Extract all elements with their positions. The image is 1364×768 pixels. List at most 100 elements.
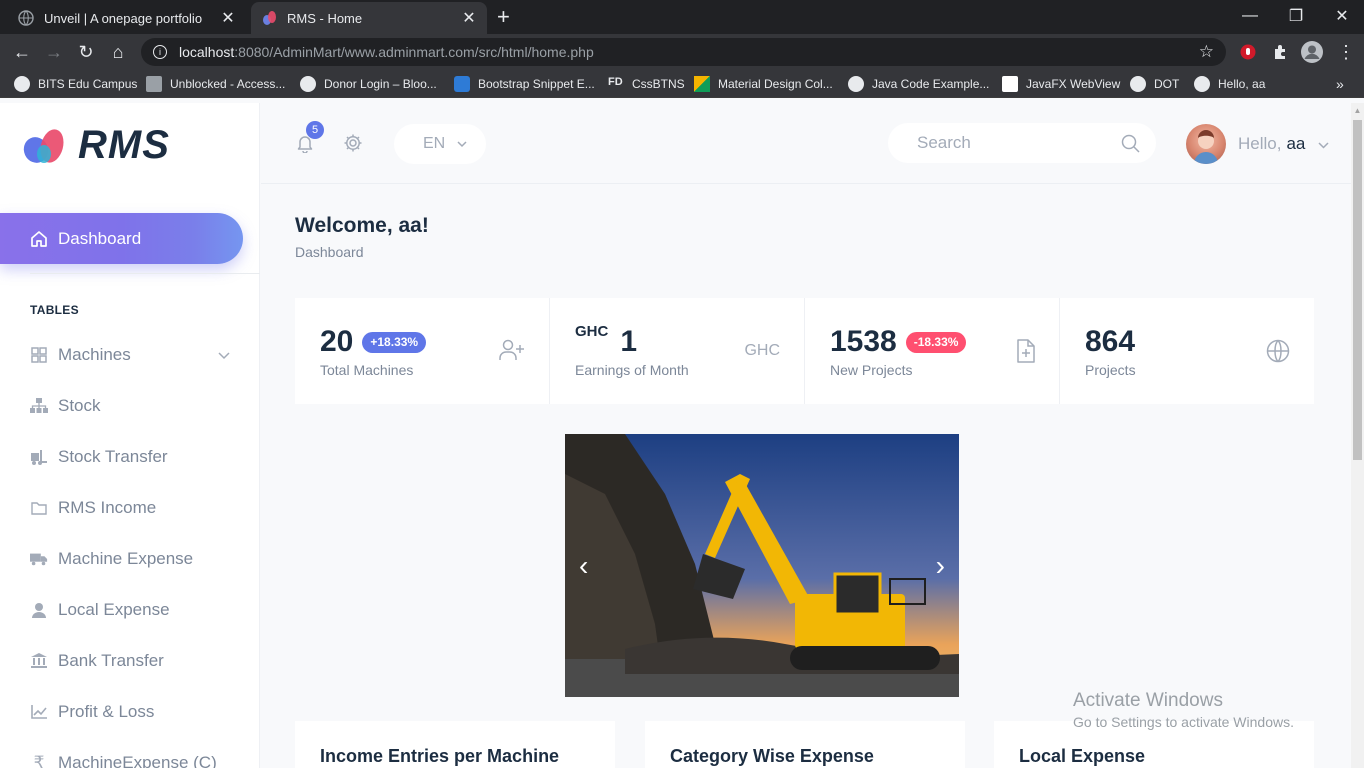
search-icon[interactable]: [1121, 134, 1140, 158]
card-category-expense: Category Wise Expense: [645, 721, 965, 768]
sidebar-item-label: Local Expense: [58, 600, 170, 619]
card-title: Local Expense: [1019, 746, 1146, 766]
info-icon[interactable]: i: [153, 45, 167, 59]
stat-label: Earnings of Month: [575, 362, 689, 378]
chart-line-icon: [30, 703, 48, 721]
rms-favicon-icon: [261, 10, 277, 26]
back-icon[interactable]: ←: [10, 40, 34, 64]
bookmark-item[interactable]: Donor Login – Bloo...: [300, 75, 437, 93]
bookmark-item[interactable]: Java Code Example...: [848, 75, 989, 93]
butterfly-logo-icon: [23, 128, 64, 163]
gear-icon[interactable]: [343, 133, 363, 158]
sidebar-item-machines[interactable]: Machines: [30, 343, 240, 367]
sidebar-item-bank-transfer[interactable]: Bank Transfer: [30, 649, 240, 673]
stat-value: 1: [620, 325, 638, 358]
stat-badge: +18.33%: [362, 331, 427, 353]
browser-tab[interactable]: Unveil | A onepage portfolio ✕: [8, 2, 246, 34]
carousel-next-icon[interactable]: ›: [936, 552, 945, 580]
user-menu[interactable]: Hello, aa: [1238, 134, 1329, 154]
minimize-icon[interactable]: —: [1227, 0, 1273, 32]
javafx-icon: [1002, 76, 1018, 92]
excavator-image: [565, 434, 959, 697]
stat-card-new-projects: 1538 -18.33% New Projects: [805, 298, 1060, 404]
bookmark-item[interactable]: BITS Edu Campus: [14, 75, 137, 93]
image-carousel[interactable]: ‹ ›: [565, 434, 959, 697]
bookmark-item[interactable]: Bootstrap Snippet E...: [454, 75, 595, 93]
sitemap-icon: [30, 397, 48, 415]
stat-label: Total Machines: [320, 362, 414, 378]
sidebar-item-label: MachineExpense (C): [58, 753, 217, 768]
bookmark-item[interactable]: JavaFX WebView: [1002, 75, 1120, 93]
bookmark-item[interactable]: FD CssBTNS: [608, 75, 685, 93]
address-bar[interactable]: i localhost:8080/AdminMart/www.adminmart…: [141, 38, 1226, 66]
sidebar-item-stock[interactable]: Stock: [30, 394, 240, 418]
stat-card-total-machines: 20 +18.33% Total Machines: [295, 298, 550, 404]
sidebar-item-dashboard[interactable]: Dashboard: [0, 213, 243, 264]
extensions-puzzle-icon[interactable]: [1268, 40, 1292, 64]
sidebar-section-title: TABLES: [30, 303, 79, 317]
user-plus-icon: [499, 339, 525, 366]
bookmarks-bar: BITS Edu Campus Unblocked - Access... Do…: [0, 70, 1364, 98]
close-tab-icon[interactable]: ✕: [461, 8, 477, 28]
sidebar-item-machineexpense-c[interactable]: ₹ MachineExpense (C): [30, 751, 240, 768]
stat-value: 20: [320, 325, 354, 358]
sidebar-item-local-expense[interactable]: Local Expense: [30, 598, 240, 622]
grid-icon: [30, 346, 48, 364]
greeting-text: Hello,: [1238, 134, 1282, 153]
bookmark-item[interactable]: DOT: [1130, 75, 1179, 93]
currency-label: GHC: [744, 342, 780, 359]
scroll-up-icon[interactable]: ▲: [1353, 106, 1362, 116]
stat-currency: GHC: [575, 323, 609, 340]
close-tab-icon[interactable]: ✕: [220, 8, 236, 28]
page-title: Welcome, aa!: [295, 214, 429, 237]
reload-icon[interactable]: ↻: [74, 40, 98, 64]
sidebar-item-label: RMS Income: [58, 498, 157, 517]
rupee-icon: ₹: [33, 753, 45, 768]
close-window-icon[interactable]: ✕: [1319, 0, 1364, 32]
page-scrollbar[interactable]: ▲: [1351, 103, 1364, 768]
home-icon[interactable]: ⌂: [106, 40, 130, 64]
extension-shield-icon[interactable]: [1236, 40, 1260, 64]
search-placeholder: Search: [917, 133, 971, 152]
bookmark-item[interactable]: Unblocked - Access...: [146, 75, 285, 93]
sidebar-item-rms-income[interactable]: RMS Income: [30, 496, 240, 520]
sidebar-divider: [30, 273, 260, 274]
url-text: localhost:8080/AdminMart/www.adminmart.c…: [179, 44, 594, 60]
sidebar-item-machine-expense[interactable]: Machine Expense: [30, 547, 240, 571]
stats-row: 20 +18.33% Total Machines GHC 1 Earnings…: [295, 298, 1314, 404]
profile-icon[interactable]: [1300, 40, 1324, 64]
scrollbar-thumb[interactable]: [1353, 120, 1362, 460]
language-select[interactable]: EN: [394, 124, 486, 164]
globe-icon: [1130, 76, 1146, 92]
bookmark-item[interactable]: Material Design Col...: [694, 75, 833, 93]
globe-icon: [1194, 76, 1210, 92]
globe-icon: [300, 76, 316, 92]
material-design-icon: [694, 76, 710, 92]
more-bookmarks-icon[interactable]: »: [1336, 75, 1344, 93]
chevron-down-icon: [457, 135, 467, 153]
carousel-prev-icon[interactable]: ‹: [579, 552, 588, 580]
avatar[interactable]: [1186, 124, 1226, 164]
home-icon: [30, 230, 48, 248]
stat-card-projects: 864 Projects: [1060, 298, 1314, 404]
file-plus-icon: [1017, 339, 1035, 368]
app-logo[interactable]: RMS: [22, 123, 170, 168]
logo-text: RMS: [78, 123, 170, 167]
breadcrumb: Dashboard: [295, 244, 364, 260]
username: aa: [1286, 134, 1306, 153]
bookmark-star-icon[interactable]: ☆: [1199, 42, 1214, 62]
new-tab-icon[interactable]: +: [497, 6, 510, 28]
browser-tab-active[interactable]: RMS - Home ✕: [251, 2, 487, 34]
windows-activation-watermark: Activate Windows Go to Settings to activ…: [1073, 690, 1294, 730]
sidebar-item-label: Bank Transfer: [58, 651, 164, 670]
forward-icon[interactable]: →: [42, 40, 66, 64]
browser-menu-icon[interactable]: ⋮: [1334, 40, 1358, 64]
sidebar-item-stock-transfer[interactable]: Stock Transfer: [30, 445, 240, 469]
card-title: Income Entries per Machine: [320, 746, 560, 766]
tab-title: RMS - Home: [287, 10, 363, 26]
restore-icon[interactable]: ❐: [1273, 0, 1319, 32]
sidebar-item-profit-loss[interactable]: Profit & Loss: [30, 700, 240, 724]
bookmark-item[interactable]: Hello, aa: [1194, 75, 1265, 93]
globe-icon: [1266, 339, 1290, 368]
search-input[interactable]: Search: [888, 123, 1156, 163]
